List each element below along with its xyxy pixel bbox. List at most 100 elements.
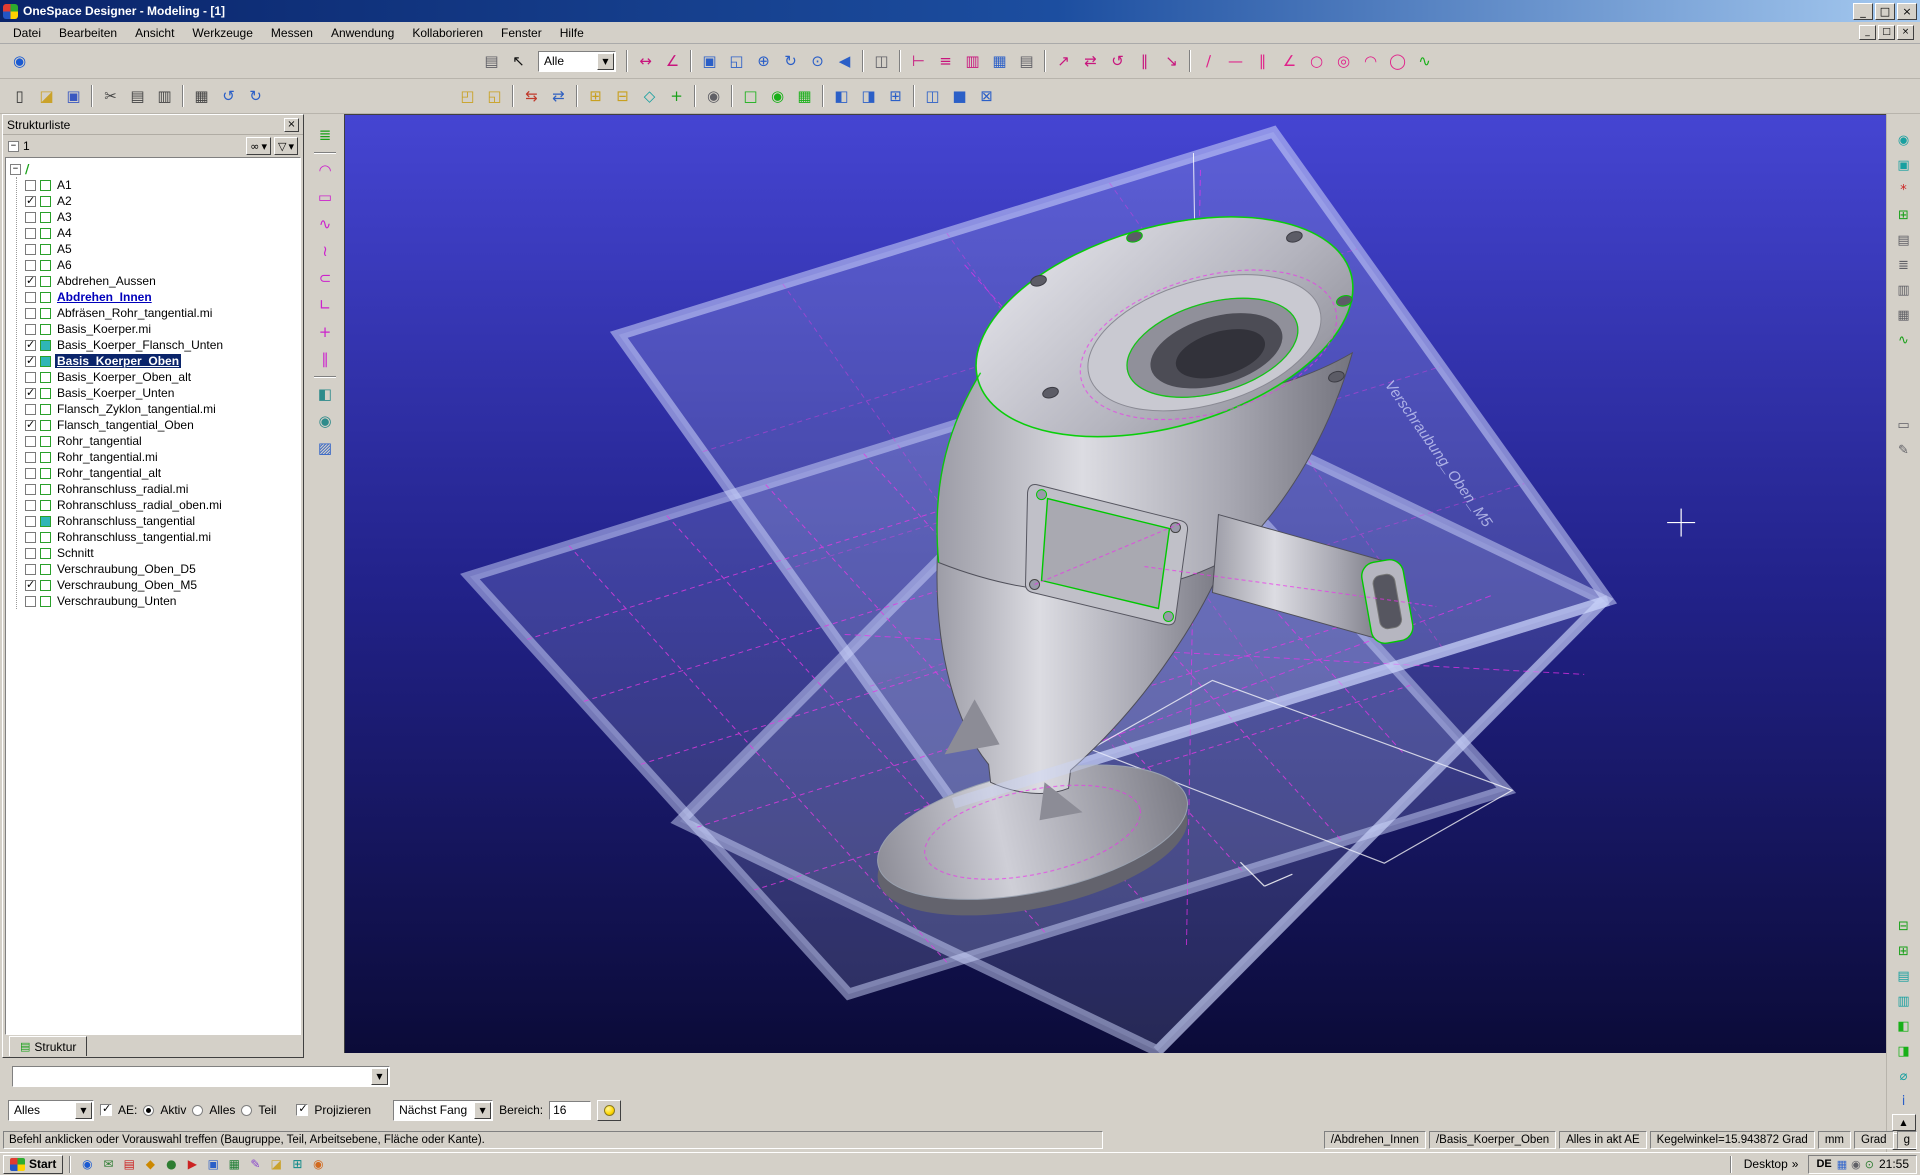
quick-launch-mail[interactable]: ✉	[98, 1155, 118, 1174]
minimize-button[interactable]: _	[1853, 3, 1873, 20]
scroll-up-button[interactable]: ▲	[1892, 1114, 1916, 1131]
visibility-checkbox[interactable]	[25, 548, 36, 559]
separator[interactable]	[1189, 50, 1191, 72]
expander-icon[interactable]: −	[8, 141, 19, 152]
structure-browser-button[interactable]: ≣	[311, 122, 339, 149]
new-workplane-button[interactable]: ◇	[636, 83, 663, 109]
copy-button[interactable]: ▤	[124, 83, 151, 109]
mdi-minimize-button[interactable]: _	[1859, 25, 1876, 40]
sketch-spline-button[interactable]: ∿	[311, 211, 339, 238]
notes-button[interactable]: ▦	[1891, 303, 1917, 328]
move-3d-button[interactable]: ↗	[1050, 48, 1077, 74]
quick-launch-show-desktop[interactable]: ▤	[119, 1155, 139, 1174]
visibility-checkbox[interactable]	[25, 372, 36, 383]
print-view-button[interactable]: ▤	[1013, 48, 1040, 74]
tree-item[interactable]: A5	[25, 241, 298, 257]
radio-aktiv[interactable]	[143, 1105, 154, 1116]
tree-item[interactable]: A1	[25, 177, 298, 193]
tree-item[interactable]: Rohranschluss_tangential.mi	[25, 529, 298, 545]
visibility-checkbox[interactable]	[25, 452, 36, 463]
tree-item[interactable]: A3	[25, 209, 298, 225]
tree-item[interactable]: Rohranschluss_radial_oben.mi	[25, 497, 298, 513]
separator[interactable]	[690, 50, 692, 72]
new-part-button[interactable]: ⊞	[582, 83, 609, 109]
tree-item[interactable]: Rohr_tangential	[25, 433, 298, 449]
close-button[interactable]: ×	[1897, 3, 1917, 20]
camera-button[interactable]: ◫	[868, 48, 895, 74]
start-button[interactable]: Start	[3, 1155, 63, 1174]
quick-launch-tools[interactable]: ⊞	[287, 1155, 307, 1174]
tray-network-icon[interactable]: ⊙	[1865, 1158, 1874, 1171]
redo-button[interactable]: ↻	[242, 83, 269, 109]
new-button[interactable]: ▯	[6, 83, 33, 109]
structure-panel-header[interactable]: Strukturliste ×	[3, 115, 303, 135]
mdi-restore-button[interactable]: □	[1878, 25, 1895, 40]
dropdown-arrow-icon[interactable]: ▼	[597, 53, 614, 70]
angle-line-button[interactable]: ∠	[1276, 48, 1303, 74]
info-button[interactable]: i	[1891, 1089, 1917, 1114]
visibility-checkbox[interactable]	[25, 340, 36, 351]
visibility-checkbox[interactable]	[25, 484, 36, 495]
find-button[interactable]: ∞ ▾	[246, 137, 271, 155]
quick-launch-player[interactable]: ▶	[182, 1155, 202, 1174]
dropdown-arrow-icon[interactable]: ▼	[75, 1102, 92, 1119]
cycle-view-button[interactable]: ◉	[764, 83, 791, 109]
radio-teil[interactable]	[241, 1105, 252, 1116]
filter-button[interactable]: ▽ ▾	[274, 137, 298, 155]
save-button[interactable]: ▣	[60, 83, 87, 109]
tree-item[interactable]: Verschraubung_Oben_M5	[25, 577, 298, 593]
dimension-chain-button[interactable]: ≡	[932, 48, 959, 74]
tree-item[interactable]: Basis_Koerper_Unten	[25, 385, 298, 401]
tree-item[interactable]: Rohr_tangential.mi	[25, 449, 298, 465]
separator[interactable]	[182, 85, 184, 107]
layer-collapse-button[interactable]: ⊟	[1891, 914, 1917, 939]
tree-item[interactable]: Basis_Koerper_Flansch_Unten	[25, 337, 298, 353]
visibility-checkbox[interactable]	[25, 532, 36, 543]
ae-checkbox[interactable]	[100, 1104, 112, 1116]
visibility-checkbox[interactable]	[25, 292, 36, 303]
quick-launch-media[interactable]: ◆	[140, 1155, 160, 1174]
tree-item[interactable]: Verschraubung_Oben_D5	[25, 561, 298, 577]
quick-launch-messenger[interactable]: ●	[161, 1155, 181, 1174]
visibility-checkbox[interactable]	[25, 388, 36, 399]
measure-distance-button[interactable]: ↔	[632, 48, 659, 74]
visibility-checkbox[interactable]	[25, 580, 36, 591]
copy-3d-button[interactable]: ⇄	[1077, 48, 1104, 74]
sketch-rect-button[interactable]: ▭	[311, 184, 339, 211]
stretch-3d-button[interactable]: ↘	[1158, 48, 1185, 74]
quick-launch-paint[interactable]: ✎	[245, 1155, 265, 1174]
window-quad-button[interactable]: ⊞	[882, 83, 909, 109]
visibility-checkbox[interactable]	[25, 468, 36, 479]
ellipse-button[interactable]: ◯	[1384, 48, 1411, 74]
grid-toggle-button[interactable]: ⊞	[1891, 203, 1917, 228]
quick-launch-word[interactable]: ▣	[203, 1155, 223, 1174]
menu-item[interactable]: Hilfe	[551, 23, 593, 43]
parts-list-button[interactable]: ▤	[1891, 964, 1917, 989]
menu-item[interactable]: Datei	[4, 23, 50, 43]
tree-item[interactable]: Rohr_tangential_alt	[25, 465, 298, 481]
visibility-checkbox[interactable]	[25, 500, 36, 511]
rotate-3d-button[interactable]: ↺	[1104, 48, 1131, 74]
sketch-parallel-button[interactable]: ∥	[311, 346, 339, 373]
menu-item[interactable]: Ansicht	[126, 23, 183, 43]
paste-button[interactable]: ▥	[151, 83, 178, 109]
menu-item[interactable]: Messen	[262, 23, 322, 43]
separator[interactable]	[913, 85, 915, 107]
tray-volume-icon[interactable]: ◉	[1851, 1158, 1861, 1171]
restore-button[interactable]: □	[1875, 3, 1895, 20]
sheet-button[interactable]: ▤	[478, 48, 505, 74]
previous-view-button[interactable]: ◀	[831, 48, 858, 74]
dropdown-arrow-icon[interactable]: ▼	[474, 1102, 491, 1119]
snapshot-button[interactable]: ◉	[700, 83, 727, 109]
layer-expand-button[interactable]: ⊞	[1891, 939, 1917, 964]
chevron-icon[interactable]: »	[1792, 1157, 1799, 1171]
taskbar-clock[interactable]: 21:55	[1879, 1157, 1909, 1171]
tray-display-icon[interactable]: ▦	[1837, 1158, 1847, 1171]
visibility-checkbox[interactable]	[25, 228, 36, 239]
tree-item[interactable]: A4	[25, 225, 298, 241]
scope-dropdown[interactable]: Alles ▼	[8, 1100, 94, 1121]
tree-item[interactable]: A6	[25, 257, 298, 273]
window-cascade-button[interactable]: ◫	[919, 83, 946, 109]
view-left-button[interactable]: ◧	[1891, 1014, 1917, 1039]
menu-item[interactable]: Bearbeiten	[50, 23, 126, 43]
